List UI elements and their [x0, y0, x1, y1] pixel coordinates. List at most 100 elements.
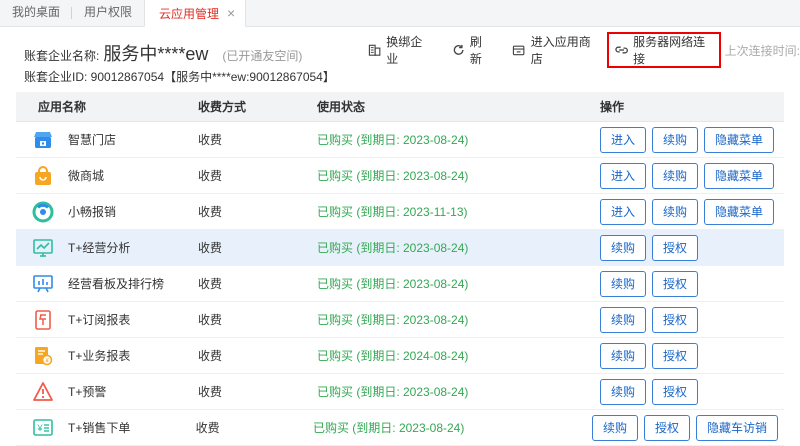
server-conn-label: 服务器网络连接 — [633, 35, 706, 66]
board-icon — [32, 273, 54, 295]
app-table: 应用名称 收费方式 使用状态 操作 智慧门店 收费 已购买 (到期日: 2023-0… — [16, 92, 784, 446]
rebind-label: 换绑企业 — [386, 35, 423, 66]
usage-status: 已购买 (到期日: 2023-08-24) — [317, 133, 469, 147]
app-name: 小畅报销 — [68, 205, 117, 219]
charge-method: 收费 — [198, 241, 223, 255]
renew-button[interactable]: 续购 — [652, 126, 699, 153]
renew-button[interactable]: 续购 — [600, 378, 647, 405]
hide-car-visit-sales-button[interactable]: 隐藏车访销 — [695, 414, 778, 441]
app-name-cell: T+经营分析 — [16, 237, 198, 259]
renew-button[interactable]: 续购 — [591, 414, 638, 441]
renew-button[interactable]: 续购 — [600, 234, 647, 261]
table-row: T+预警 收费 已购买 (到期日: 2023-08-24) 续购 授权 — [16, 374, 784, 410]
alarm-icon — [32, 381, 54, 403]
app-name-cell: 微商城 — [16, 165, 198, 187]
app-name: T+订阅报表 — [68, 313, 131, 327]
hide-menu-button[interactable]: 隐藏菜单 — [704, 162, 775, 189]
app-name: T+销售下单 — [68, 421, 131, 435]
app-name: 智慧门店 — [68, 133, 117, 147]
authorize-button[interactable]: 授权 — [652, 378, 699, 405]
hide-menu-button[interactable]: 隐藏菜单 — [704, 126, 775, 153]
actions-cell: 续购 授权 — [600, 270, 784, 297]
hide-menu-button[interactable]: 隐藏菜单 — [704, 198, 775, 225]
renew-button[interactable]: 续购 — [652, 162, 699, 189]
renew-button[interactable]: 续购 — [652, 198, 699, 225]
header-app-name: 应用名称 — [38, 100, 87, 114]
header-usage-status: 使用状态 — [317, 100, 366, 114]
link-icon — [615, 46, 628, 54]
header-charge-method: 收费方式 — [198, 100, 247, 114]
refresh-icon — [453, 44, 464, 55]
usage-status: 已购买 (到期日: 2023-11-13) — [317, 205, 468, 219]
app-name-cell: 智慧门店 — [16, 129, 198, 151]
usage-status: 已购买 (到期日: 2023-08-24) — [317, 313, 469, 327]
usage-status: 已购买 (到期日: 2023-08-24) — [312, 421, 465, 435]
app-name-cell: ¥ T+销售下单 — [16, 417, 196, 439]
refresh-button[interactable]: 刷新 — [452, 33, 493, 67]
app-name-cell: 经营看板及排行榜 — [16, 273, 198, 295]
table-row: ¥ T+业务报表 收费 已购买 (到期日: 2024-08-24) 续购 授权 — [16, 338, 784, 374]
table-row: 小畅报销 收费 已购买 (到期日: 2023-11-13) 进入 续购 隐藏菜单 — [16, 194, 784, 230]
actions-cell: 续购 授权 — [600, 378, 784, 405]
server-network-connection-button[interactable]: 服务器网络连接 — [606, 32, 721, 68]
company-info: 账套企业名称: 服务中****ew (已开通友空间) 账套企业ID: 90012… — [24, 40, 335, 85]
tab-label: 用户权限 — [84, 5, 133, 19]
refresh-label: 刷新 — [469, 35, 482, 66]
authorize-button[interactable]: 授权 — [652, 270, 699, 297]
authorize-button[interactable]: 授权 — [652, 342, 699, 369]
charge-method: 收费 — [198, 385, 223, 399]
app-name-cell: T+订阅报表 — [16, 309, 198, 331]
app-name-cell: T+预警 — [16, 381, 198, 403]
app-name: T+业务报表 — [68, 349, 131, 363]
enter-app-store-button[interactable]: 进入应用商店 — [512, 33, 598, 67]
usage-status: 已购买 (到期日: 2023-08-24) — [317, 169, 469, 183]
app-name: T+经营分析 — [68, 241, 131, 255]
actions-cell: 进入 续购 隐藏菜单 — [600, 198, 784, 225]
actions-cell: 续购 授权 — [600, 342, 784, 369]
svg-text:¥: ¥ — [36, 423, 43, 433]
actions-cell: 进入 续购 隐藏菜单 — [600, 126, 784, 153]
charge-method: 收费 — [198, 349, 223, 363]
rebind-company-button[interactable]: 换绑企业 — [368, 33, 432, 67]
app-name-cell: ¥ T+业务报表 — [16, 345, 198, 367]
store-icon — [32, 129, 54, 151]
renew-button[interactable]: 续购 — [600, 270, 647, 297]
authorize-button[interactable]: 授权 — [652, 306, 699, 333]
renew-button[interactable]: 续购 — [600, 306, 647, 333]
tab-desktop[interactable]: 我的桌面 — [0, 0, 73, 26]
charge-method: 收费 — [198, 277, 223, 291]
actions-cell: 续购 授权 — [600, 234, 784, 261]
table-body: 智慧门店 收费 已购买 (到期日: 2023-08-24) 进入 续购 隐藏菜单 微商城 收费… — [16, 122, 784, 446]
app-name-cell: 小畅报销 — [16, 201, 198, 223]
tab-cloud-app-management[interactable]: 云应用管理 × — [144, 0, 247, 27]
app-name: T+预警 — [68, 385, 107, 399]
company-status-tag: (已开通友空间) — [222, 49, 303, 63]
enter-button[interactable]: 进入 — [600, 198, 647, 225]
shopping-bag-icon — [32, 165, 54, 187]
actions-cell: 续购 授权 隐藏车访销 — [591, 414, 784, 441]
authorize-button[interactable]: 授权 — [652, 234, 699, 261]
close-icon[interactable]: × — [227, 5, 235, 21]
company-id: 账套企业ID: 90012867054【服务中****ew:9001286705… — [24, 70, 335, 84]
enter-button[interactable]: 进入 — [600, 126, 647, 153]
renew-button[interactable]: 续购 — [600, 342, 647, 369]
header-actions: 操作 — [600, 100, 625, 114]
subscription-report-icon — [32, 309, 54, 331]
last-connection-time: 上次连接时间: — [724, 43, 800, 58]
table-row: T+经营分析 收费 已购买 (到期日: 2023-08-24) 续购 授权 — [16, 230, 784, 266]
tab-label: 云应用管理 — [159, 7, 220, 21]
building-icon — [368, 44, 381, 56]
table-header: 应用名称 收费方式 使用状态 操作 — [16, 92, 784, 122]
usage-status: 已购买 (到期日: 2023-08-24) — [317, 277, 469, 291]
tab-user-permissions[interactable]: 用户权限 — [72, 0, 144, 26]
store-label: 进入应用商店 — [530, 35, 591, 66]
authorize-button[interactable]: 授权 — [643, 414, 690, 441]
expense-icon — [32, 201, 54, 223]
table-row: T+订阅报表 收费 已购买 (到期日: 2023-08-24) 续购 授权 — [16, 302, 784, 338]
tab-bar: 我的桌面 用户权限 云应用管理 × — [0, 0, 800, 27]
store-icon — [513, 45, 525, 56]
table-row: 经营看板及排行榜 收费 已购买 (到期日: 2023-08-24) 续购 授权 — [16, 266, 784, 302]
business-report-icon: ¥ — [32, 345, 54, 367]
charge-method: 收费 — [198, 169, 223, 183]
enter-button[interactable]: 进入 — [600, 162, 647, 189]
